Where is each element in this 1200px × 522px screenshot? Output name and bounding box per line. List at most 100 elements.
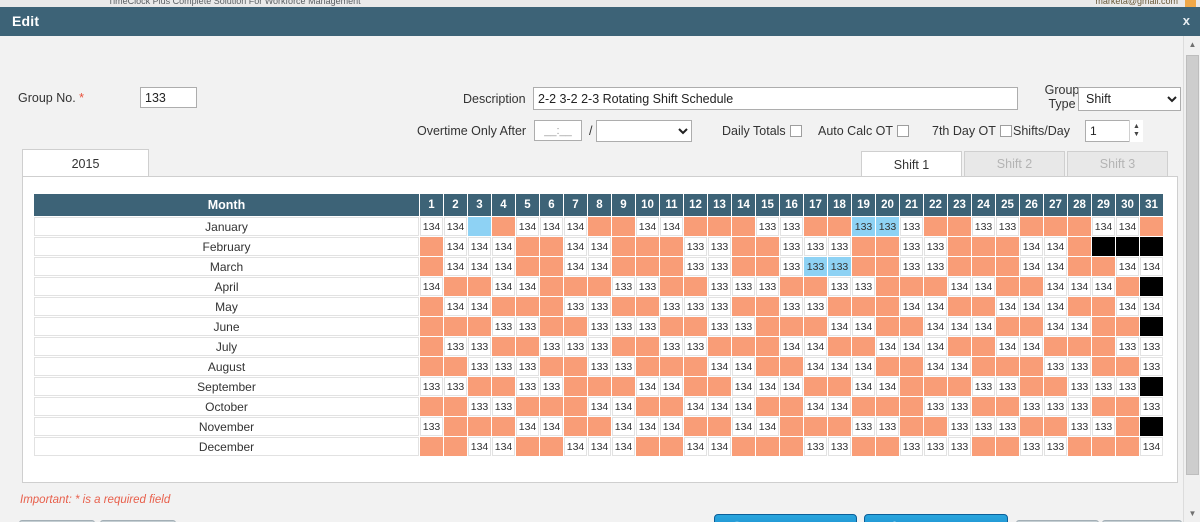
schedule-cell[interactable]: 133 [780,217,803,236]
schedule-cell[interactable] [540,277,563,296]
schedule-cell[interactable] [900,377,923,396]
schedule-cell[interactable]: 134 [612,437,635,456]
schedule-cell[interactable]: 133 [708,277,731,296]
schedule-cell[interactable]: 133 [420,377,443,396]
schedule-cell[interactable]: 133 [684,257,707,276]
schedule-cell[interactable] [924,277,947,296]
schedule-cell[interactable]: 133 [732,277,755,296]
schedule-cell[interactable] [588,217,611,236]
schedule-cell[interactable]: 133 [420,417,443,436]
schedule-cell[interactable] [612,217,635,236]
schedule-cell[interactable]: 133 [1068,377,1091,396]
schedule-cell[interactable] [876,317,899,336]
schedule-cell[interactable]: 134 [852,317,875,336]
schedule-cell[interactable]: 134 [1044,277,1067,296]
schedule-cell[interactable]: 133 [492,357,515,376]
schedule-cell[interactable]: 134 [468,237,491,256]
schedule-cell[interactable] [732,237,755,256]
schedule-cell[interactable] [972,337,995,356]
schedule-cell[interactable] [756,317,779,336]
schedule-cell[interactable] [900,417,923,436]
schedule-cell[interactable] [1044,417,1067,436]
schedule-cell[interactable]: 133 [756,217,779,236]
schedule-cell[interactable] [516,437,539,456]
schedule-cell[interactable] [804,377,827,396]
schedule-cell[interactable] [516,237,539,256]
schedule-cell[interactable] [516,337,539,356]
schedule-cell[interactable] [612,377,635,396]
schedule-cell[interactable]: 134 [1020,257,1043,276]
schedule-cell[interactable] [1092,397,1115,416]
schedule-cell[interactable]: 133 [876,217,899,236]
schedule-cell[interactable]: 134 [996,337,1019,356]
schedule-cell[interactable]: 134 [1020,237,1043,256]
schedule-cell[interactable] [636,357,659,376]
schedule-cell[interactable] [708,217,731,236]
schedule-cell[interactable] [852,437,875,456]
schedule-cell[interactable] [420,397,443,416]
schedule-cell[interactable] [1140,217,1163,236]
schedule-cell[interactable]: 133 [1044,397,1067,416]
schedule-cell[interactable] [660,237,683,256]
schedule-cell[interactable]: 133 [924,257,947,276]
schedule-cell[interactable] [732,217,755,236]
schedule-cell[interactable]: 133 [708,237,731,256]
schedule-cell[interactable] [876,357,899,376]
schedule-cell[interactable] [1116,437,1139,456]
schedule-cell[interactable]: 134 [996,297,1019,316]
schedule-cell[interactable] [948,257,971,276]
schedule-cell[interactable] [732,257,755,276]
schedule-cell[interactable] [444,357,467,376]
schedule-cell[interactable] [420,257,443,276]
schedule-cell[interactable] [780,417,803,436]
schedule-cell[interactable] [876,437,899,456]
schedule-cell[interactable] [564,377,587,396]
schedule-cell[interactable]: 133 [828,257,851,276]
schedule-cell[interactable] [468,417,491,436]
schedule-cell[interactable]: 134 [1116,217,1139,236]
group-type-select[interactable]: Shift [1078,87,1181,111]
video-guide-button[interactable]: Video Guide [714,514,857,522]
schedule-cell[interactable]: 134 [612,397,635,416]
tab-year-2015[interactable]: 2015 [22,149,149,177]
schedule-cell[interactable]: 134 [1116,297,1139,316]
schedule-cell[interactable] [972,237,995,256]
schedule-cell[interactable] [420,317,443,336]
schedule-cell[interactable] [972,357,995,376]
schedule-cell[interactable]: 134 [1092,277,1115,296]
schedule-cell[interactable] [1020,377,1043,396]
seventh-day-ot-checkbox-group[interactable]: 7th Day OT [932,124,1012,138]
schedule-cell[interactable] [468,217,491,236]
schedule-cell[interactable]: 133 [684,337,707,356]
seventh-day-ot-checkbox[interactable] [999,125,1012,137]
schedule-cell[interactable]: 133 [588,357,611,376]
schedule-cell[interactable]: 133 [732,317,755,336]
schedule-cell[interactable] [612,237,635,256]
schedule-cell[interactable]: 133 [660,297,683,316]
overtime-only-after-input[interactable] [534,120,582,141]
schedule-cell[interactable]: 133 [972,377,995,396]
schedule-cell[interactable] [1044,337,1067,356]
schedule-cell[interactable]: 134 [828,397,851,416]
schedule-cell[interactable] [660,397,683,416]
schedule-cell[interactable] [588,377,611,396]
overtime-period-select[interactable] [596,120,692,142]
schedule-cell[interactable] [804,317,827,336]
schedule-cell[interactable] [492,377,515,396]
schedule-cell[interactable] [444,437,467,456]
schedule-cell[interactable] [852,397,875,416]
daily-totals-checkbox-group[interactable]: Daily Totals [722,124,802,138]
schedule-cell[interactable]: 133 [1092,417,1115,436]
schedule-cell[interactable] [948,237,971,256]
schedule-cell[interactable]: 134 [756,417,779,436]
schedule-cell[interactable] [684,277,707,296]
schedule-cell[interactable]: 134 [540,217,563,236]
schedule-cell[interactable]: 133 [636,317,659,336]
schedule-cell[interactable]: 133 [612,317,635,336]
schedule-cell[interactable] [1068,337,1091,356]
schedule-cell[interactable]: 134 [564,217,587,236]
schedule-cell[interactable]: 134 [1044,237,1067,256]
shifts-per-day-stepper[interactable]: ▲ ▼ [1129,120,1143,142]
schedule-cell[interactable] [612,257,635,276]
schedule-cell[interactable]: 134 [924,317,947,336]
